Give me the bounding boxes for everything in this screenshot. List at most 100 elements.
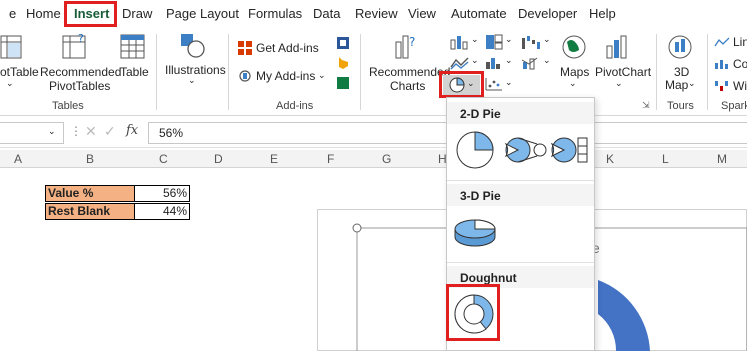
maps-dropdown-icon[interactable]: ⌄ — [569, 78, 577, 89]
illustrations-dropdown-icon[interactable]: ⌄ — [188, 75, 196, 86]
doughnut-segment — [598, 280, 650, 351]
line-chart-dropdown-icon[interactable]: ⌄ — [471, 55, 479, 66]
2d-pie-options — [456, 131, 588, 169]
divider — [447, 262, 594, 263]
column-header[interactable]: M — [717, 152, 727, 166]
pie-of-pie-option[interactable] — [504, 137, 547, 163]
pivottable-icon[interactable] — [0, 34, 24, 62]
tab-automate[interactable]: Automate — [451, 6, 507, 21]
maps-label[interactable]: Maps — [560, 65, 589, 79]
recommended-charts-icon[interactable]: ? — [393, 32, 421, 62]
combo-chart-icon[interactable] — [521, 56, 541, 70]
scatter-chart-icon[interactable] — [485, 77, 503, 91]
recommended-charts-label-2[interactable]: Charts — [390, 79, 425, 93]
insert-tab-highlight — [64, 1, 117, 27]
formula-value: 56% — [159, 126, 184, 140]
statistic-chart-dropdown-icon[interactable]: ⌄ — [505, 55, 513, 66]
tab-view[interactable]: View — [408, 6, 436, 21]
people-graph-icon[interactable] — [336, 36, 350, 50]
cell-label-value[interactable]: Value % — [45, 185, 135, 202]
sparkline-winloss-label[interactable]: Wi — [733, 79, 747, 93]
tab-home[interactable]: Home — [26, 6, 61, 21]
statistic-chart-icon[interactable] — [485, 56, 503, 70]
name-box-dropdown-icon[interactable]: ⌄ — [48, 126, 56, 137]
pivottable-label[interactable]: otTable — [0, 65, 39, 79]
column-chart-icon[interactable] — [450, 34, 470, 50]
cell-label-rest[interactable]: Rest Blank — [45, 203, 135, 220]
more-options-icon[interactable]: ⋮ — [70, 124, 82, 138]
my-addins-label[interactable]: My Add-ins — [256, 69, 315, 83]
3d-map-label-1[interactable]: 3D — [674, 65, 689, 79]
line-chart-icon[interactable] — [450, 56, 470, 70]
column-header[interactable]: L — [662, 152, 669, 166]
tab-draw[interactable]: Draw — [122, 6, 152, 21]
tab-review[interactable]: Review — [355, 6, 398, 21]
sparkline-line-icon[interactable] — [714, 36, 730, 48]
column-header[interactable]: F — [327, 152, 334, 166]
separator — [228, 34, 229, 110]
sparkline-winloss-icon[interactable] — [714, 80, 730, 92]
column-header[interactable]: A — [14, 152, 22, 166]
tab-data[interactable]: Data — [313, 6, 340, 21]
3d-map-icon[interactable] — [667, 34, 693, 62]
3d-map-label-2[interactable]: Map — [665, 78, 688, 92]
bing-maps-icon[interactable] — [336, 56, 350, 70]
recommended-pivottables-label-1[interactable]: Recommended — [40, 65, 121, 79]
column-header[interactable]: B — [86, 152, 94, 166]
illustrations-icon[interactable] — [178, 32, 208, 62]
bar-of-pie-option[interactable] — [550, 137, 588, 163]
get-addins-label[interactable]: Get Add-ins — [256, 41, 319, 55]
tab-file-partial[interactable]: e — [9, 6, 16, 21]
tab-page-layout[interactable]: Page Layout — [166, 6, 239, 21]
cell-value-value[interactable]: 56% — [134, 185, 190, 202]
pivotchart-dropdown-icon[interactable]: ⌄ — [615, 78, 623, 89]
tours-group-label: Tours — [667, 100, 694, 112]
column-header[interactable]: G — [382, 152, 391, 166]
pivottable-dropdown-icon[interactable]: ⌄ — [6, 78, 14, 89]
waterfall-chart-dropdown-icon[interactable]: ⌄ — [543, 34, 551, 45]
cell-value-rest[interactable]: 44% — [134, 203, 190, 220]
charts-dialog-launcher-icon[interactable]: ⇲ — [642, 100, 650, 111]
waterfall-chart-icon[interactable] — [521, 34, 541, 50]
separator — [360, 34, 361, 110]
3d-map-dropdown-icon[interactable]: ⌄ — [688, 78, 696, 89]
resize-handle[interactable] — [352, 223, 362, 233]
svg-text:?: ? — [409, 35, 415, 49]
separator — [156, 34, 157, 110]
column-header[interactable]: K — [606, 152, 614, 166]
my-addins-dropdown-icon[interactable]: ⌄ — [318, 70, 326, 81]
sparklines-group-label: Spark — [721, 100, 747, 112]
scatter-chart-dropdown-icon[interactable]: ⌄ — [505, 77, 513, 88]
pivotchart-icon[interactable] — [605, 32, 633, 62]
section-2d-pie: 2-D Pie — [447, 102, 594, 124]
cancel-icon[interactable]: ✕ — [85, 123, 97, 140]
table-label[interactable]: Table — [120, 65, 149, 79]
my-addins-icon[interactable] — [237, 68, 253, 84]
column-header[interactable]: E — [270, 152, 278, 166]
sparkline-column-icon[interactable] — [714, 58, 730, 70]
pie-option[interactable] — [456, 131, 494, 169]
column-chart-dropdown-icon[interactable]: ⌄ — [471, 34, 479, 45]
store-icon[interactable] — [237, 40, 253, 56]
recommended-pivottables-label-2[interactable]: PivotTables — [49, 79, 110, 93]
recommended-pivottables-icon[interactable]: ? — [61, 32, 91, 62]
separator — [656, 34, 657, 110]
pivotchart-label[interactable]: PivotChart — [595, 65, 651, 79]
tab-help[interactable]: Help — [589, 6, 616, 21]
section-3d-pie: 3-D Pie — [447, 184, 594, 206]
hierarchy-chart-dropdown-icon[interactable]: ⌄ — [505, 34, 513, 45]
table-icon[interactable] — [120, 34, 146, 60]
column-header[interactable]: D — [214, 152, 223, 166]
combo-chart-dropdown-icon[interactable]: ⌄ — [543, 55, 551, 66]
3d-pie-option[interactable] — [451, 213, 501, 249]
visio-icon[interactable] — [336, 76, 350, 90]
hierarchy-chart-icon[interactable] — [485, 34, 503, 50]
column-header[interactable]: C — [159, 152, 168, 166]
sparkline-column-label[interactable]: Co — [733, 57, 747, 71]
enter-icon[interactable]: ✓ — [104, 123, 116, 140]
insert-function-icon[interactable]: fx — [126, 123, 138, 138]
tab-formulas[interactable]: Formulas — [248, 6, 302, 21]
sparkline-line-label[interactable]: Lin — [733, 35, 747, 49]
maps-icon[interactable] — [561, 34, 587, 60]
tab-developer[interactable]: Developer — [518, 6, 577, 21]
